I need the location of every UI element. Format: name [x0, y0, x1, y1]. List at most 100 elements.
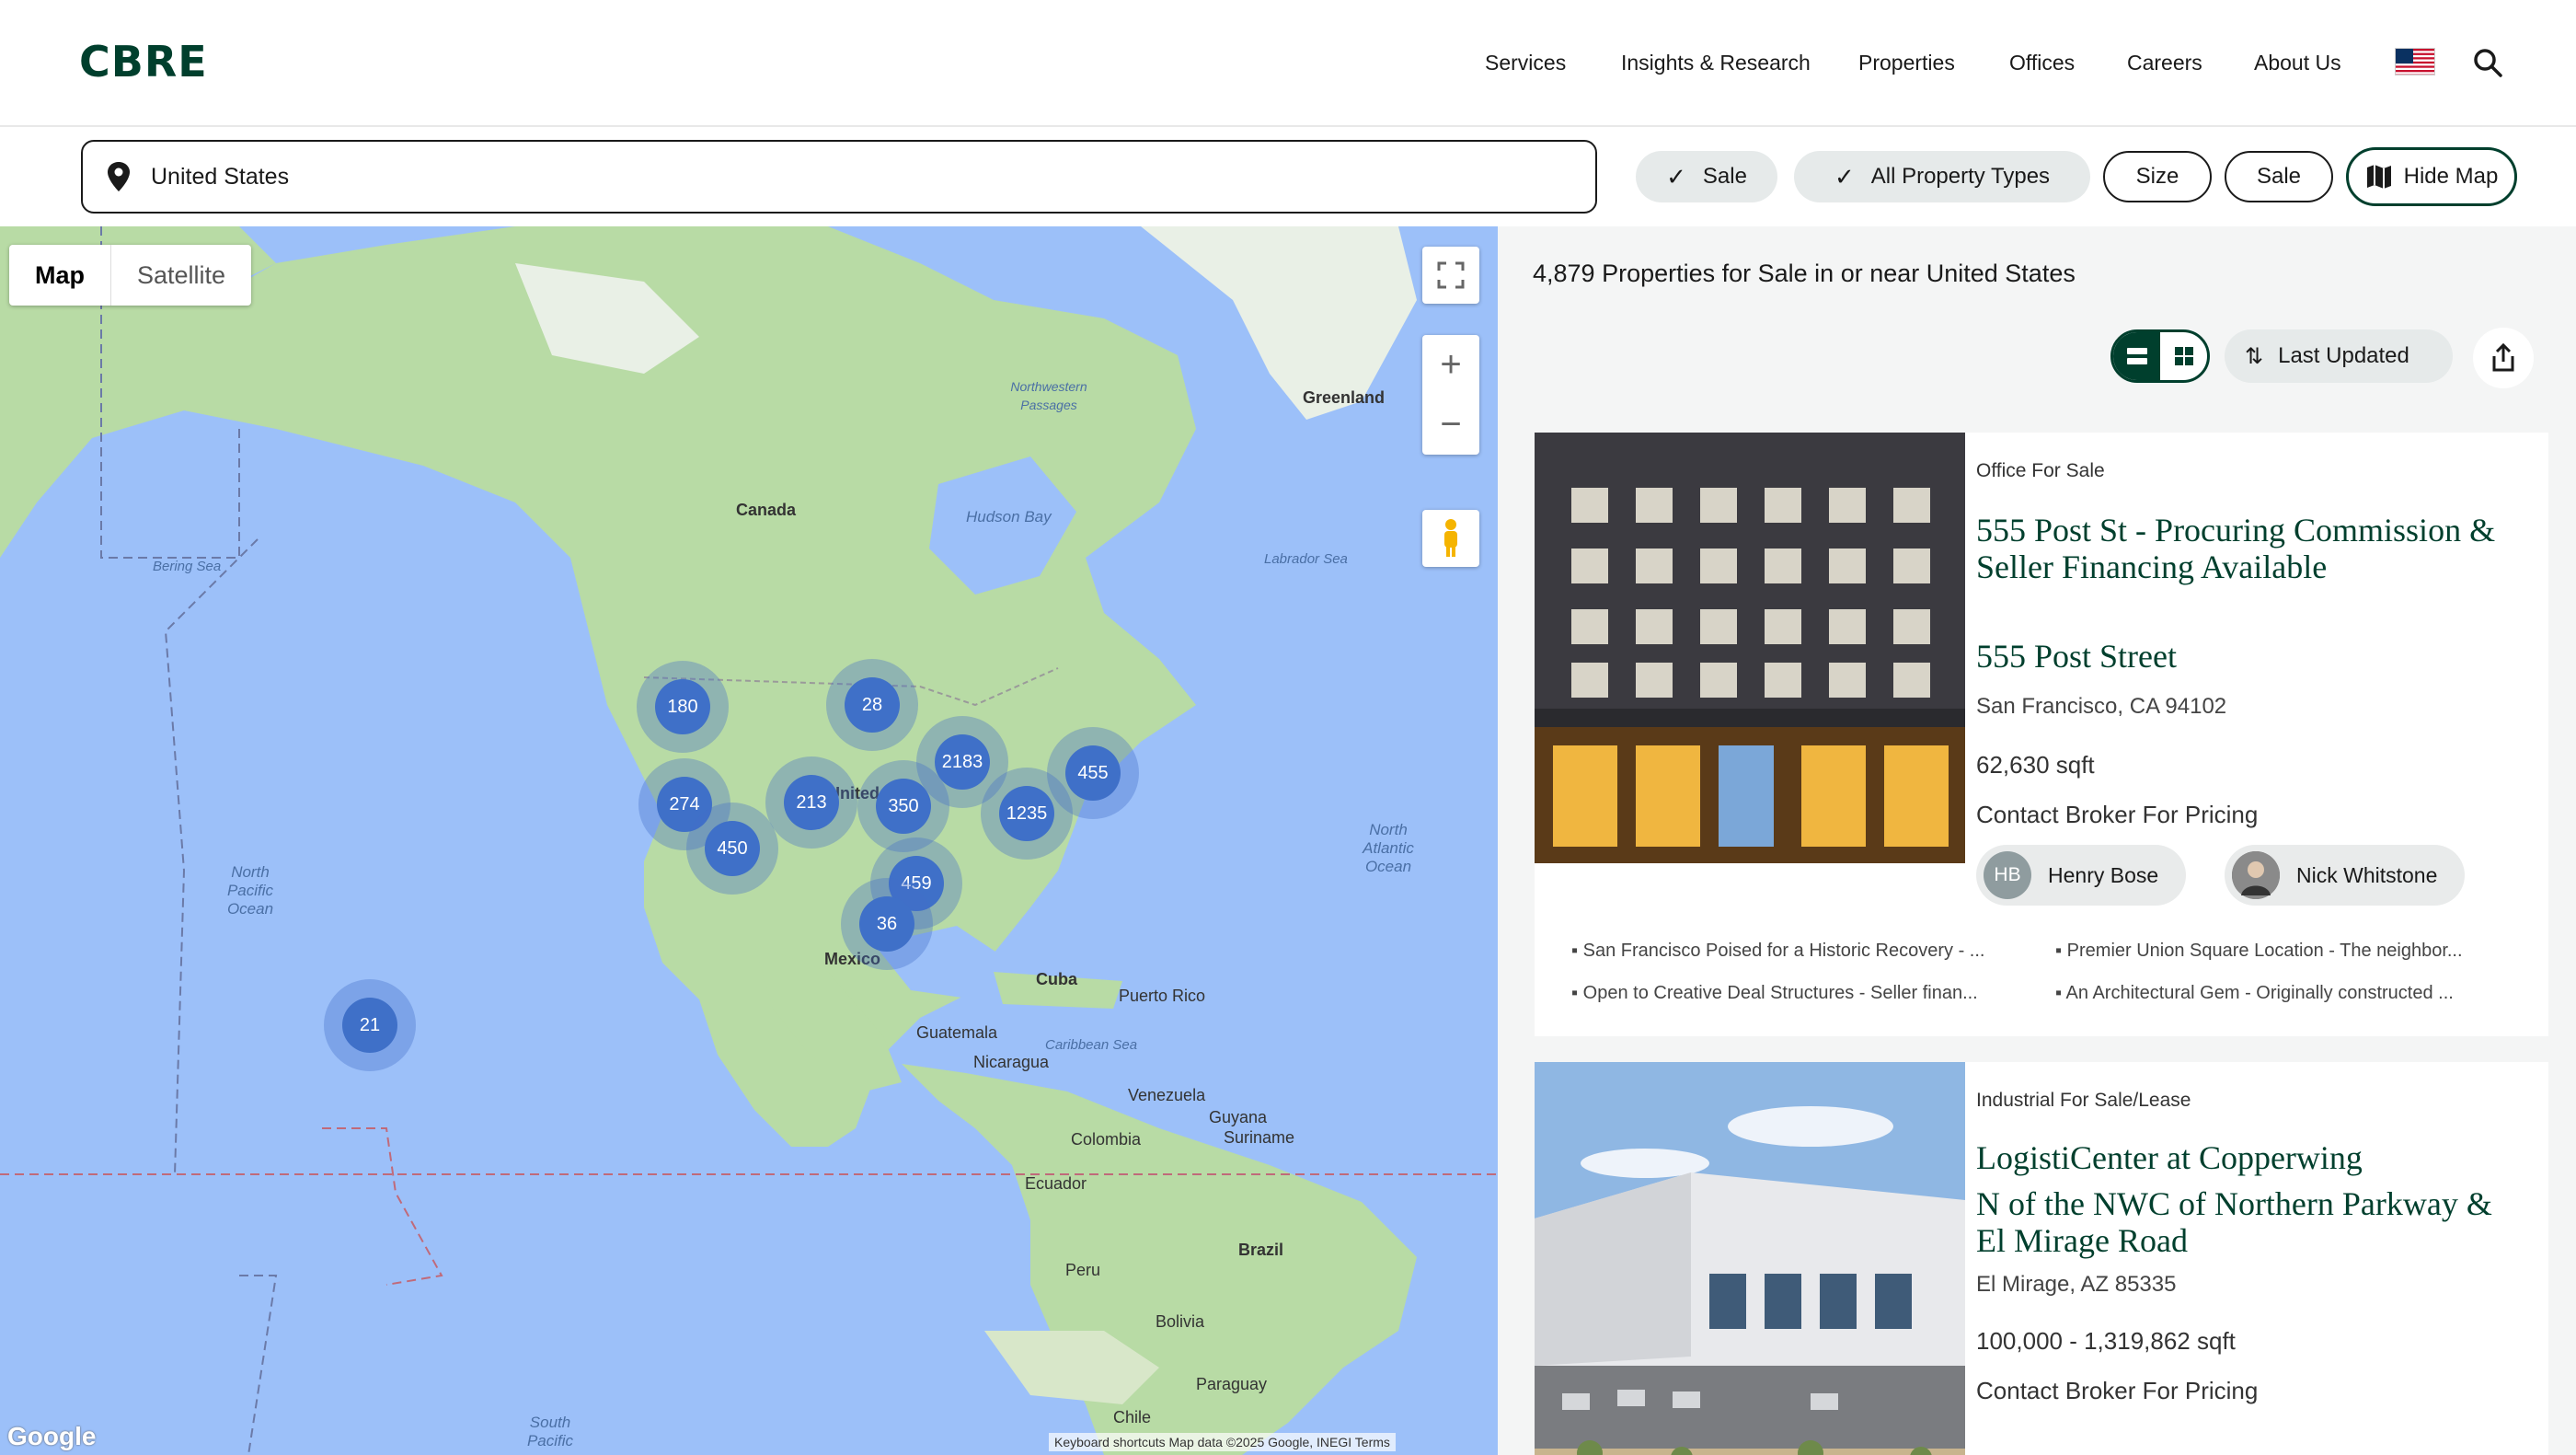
nav-offices[interactable]: Offices — [2009, 51, 2075, 75]
map-label-peru: Peru — [1065, 1261, 1101, 1279]
listing-size: 62,630 sqft — [1976, 751, 2095, 779]
map-label-greenland: Greenland — [1303, 388, 1386, 407]
map-label-suriname: Suriname — [1224, 1128, 1295, 1147]
cbre-logo[interactable]: CBRE — [79, 37, 208, 87]
map-label-guatemala: Guatemala — [916, 1023, 998, 1042]
map-label-south-pacific: South Pacific — [526, 1414, 574, 1449]
site-header: CBRE Services Insights & Research Proper… — [0, 0, 2576, 127]
cluster-count: 2183 — [935, 734, 990, 790]
listing-address[interactable]: N of the NWC of Northern Parkway & El Mi… — [1976, 1185, 2528, 1259]
zoom-in-icon[interactable]: + — [1440, 335, 1461, 395]
map-view-button[interactable]: Map — [9, 245, 111, 306]
listing-photo[interactable] — [1535, 1062, 1965, 1455]
map-label-north-atlantic: North Atlantic Ocean — [1363, 821, 1414, 875]
map-cluster-marker[interactable]: 213 — [765, 756, 857, 849]
share-icon[interactable] — [2473, 328, 2534, 388]
results-count: 4,879 Properties for Sale in or near Uni… — [1533, 260, 2076, 287]
sale-filter-pill[interactable]: ✓ Sale — [1636, 151, 1777, 202]
sort-dropdown[interactable]: ⇅ Last Updated — [2225, 329, 2453, 383]
listing-card[interactable]: Office For Sale 555 Post St - Procuring … — [1535, 433, 2548, 1036]
list-view-icon[interactable] — [2113, 332, 2160, 380]
map-cluster-marker[interactable]: 36 — [841, 878, 933, 970]
sale-filter-label: Sale — [1702, 164, 1747, 189]
sale-price-filter-label: Sale — [2256, 164, 2302, 189]
sort-label: Last Updated — [2278, 343, 2409, 368]
listing-highlight: ▪ Open to Creative Deal Structures - Sel… — [1571, 983, 1978, 1003]
check-icon: ✓ — [1666, 162, 1686, 191]
zoom-controls: + − — [1422, 335, 1479, 455]
map-type-toggle[interactable]: Map Satellite — [9, 245, 252, 306]
cluster-count: 455 — [1065, 745, 1121, 801]
avatar: HB — [1984, 851, 2031, 899]
map-cluster-marker[interactable]: 1235 — [981, 768, 1073, 860]
cluster-count: 1235 — [999, 786, 1054, 841]
zoom-out-icon[interactable]: − — [1440, 395, 1461, 455]
listing-highlight: ▪ San Francisco Poised for a Historic Re… — [1571, 941, 1985, 961]
map-label-ecuador: Ecuador — [1025, 1174, 1087, 1193]
map-icon — [2366, 165, 2391, 189]
listing-address[interactable]: 555 Post Street — [1976, 637, 2177, 676]
google-logo: Google — [7, 1422, 97, 1450]
satellite-view-button[interactable]: Satellite — [111, 245, 251, 306]
map-cluster-marker[interactable]: 21 — [324, 979, 416, 1071]
grid-view-icon[interactable] — [2160, 332, 2207, 380]
check-icon: ✓ — [1834, 162, 1855, 191]
listing-price: Contact Broker For Pricing — [1976, 801, 2259, 828]
map-label-caribbean-sea: Caribbean Sea — [1045, 1037, 1138, 1053]
map-cluster-marker[interactable]: 450 — [686, 803, 778, 895]
size-filter-pill[interactable]: Size — [2103, 151, 2212, 202]
property-types-label: All Property Types — [1870, 164, 2051, 189]
listing-highlight: ▪ Premier Union Square Location - The ne… — [2055, 941, 2463, 961]
broker-chip[interactable]: Nick Whitstone — [2225, 845, 2466, 906]
size-filter-label: Size — [2135, 164, 2179, 189]
map-label-north-pacific: North Pacific Ocean — [226, 863, 274, 918]
view-toggle[interactable] — [2110, 329, 2210, 383]
hide-map-label: Hide Map — [2403, 164, 2499, 189]
cluster-count: 180 — [655, 679, 710, 734]
nav-about-us[interactable]: About Us — [2254, 51, 2341, 75]
pegman-icon[interactable] — [1422, 510, 1479, 567]
cluster-count: 36 — [859, 896, 914, 952]
sort-icon: ⇅ — [2245, 343, 2264, 369]
location-pin-icon — [108, 162, 130, 191]
listing-size: 100,000 - 1,319,862 sqft — [1976, 1327, 2236, 1355]
nav-careers[interactable]: Careers — [2127, 51, 2202, 75]
listing-card[interactable]: Industrial For Sale/Lease LogistiCenter … — [1535, 1062, 2548, 1455]
listing-photo[interactable] — [1535, 433, 1965, 863]
search-icon[interactable] — [2471, 46, 2504, 79]
broker-chip[interactable]: HB Henry Bose — [1976, 845, 2187, 906]
cluster-count: 21 — [342, 998, 397, 1053]
location-search-field[interactable] — [81, 140, 1597, 214]
map-label-guyana: Guyana — [1209, 1108, 1268, 1126]
broker-name: Henry Bose — [2048, 862, 2159, 887]
nav-insights-research[interactable]: Insights & Research — [1621, 51, 1811, 75]
map-label-venezuela: Venezuela — [1128, 1086, 1206, 1104]
cluster-count: 350 — [876, 779, 931, 834]
results-panel: 4,879 Properties for Sale in or near Uni… — [1498, 226, 2576, 1455]
listing-title[interactable]: LogistiCenter at Copperwing — [1976, 1139, 2528, 1176]
sale-price-filter-pill[interactable]: Sale — [2225, 151, 2333, 202]
listing-city: San Francisco, CA 94102 — [1976, 694, 2227, 719]
fullscreen-icon[interactable] — [1422, 247, 1479, 304]
hide-map-button[interactable]: Hide Map — [2346, 147, 2517, 206]
cluster-count: 450 — [705, 821, 760, 876]
broker-name: Nick Whitstone — [2296, 862, 2438, 887]
map-label-brazil: Brazil — [1238, 1241, 1284, 1259]
map-label-cuba: Cuba — [1036, 970, 1077, 988]
listing-city: El Mirage, AZ 85335 — [1976, 1272, 2177, 1297]
map-cluster-marker[interactable]: 28 — [826, 659, 918, 751]
listing-price: Contact Broker For Pricing — [1976, 1377, 2259, 1404]
us-flag-icon[interactable] — [2395, 48, 2435, 75]
map-label-paraguay: Paraguay — [1196, 1375, 1268, 1393]
map-label-northwestern-passages: Northwestern Passages — [1010, 379, 1087, 412]
location-input[interactable] — [151, 163, 1531, 191]
map-cluster-marker[interactable]: 180 — [637, 661, 729, 753]
nav-services[interactable]: Services — [1485, 51, 1566, 75]
map-attribution[interactable]: Keyboard shortcuts Map data ©2025 Google… — [1049, 1433, 1396, 1451]
property-types-filter-pill[interactable]: ✓ All Property Types — [1794, 151, 2090, 202]
listing-title[interactable]: 555 Post St - Procuring Commission & Sel… — [1976, 512, 2528, 585]
map-view[interactable]: Map Satellite + − Greenland Canada Hudso… — [0, 226, 1498, 1455]
map-label-labrador-sea: Labrador Sea — [1264, 551, 1348, 567]
listing-highlight: ▪ An Architectural Gem - Originally cons… — [2055, 983, 2454, 1003]
nav-properties[interactable]: Properties — [1858, 51, 1955, 75]
